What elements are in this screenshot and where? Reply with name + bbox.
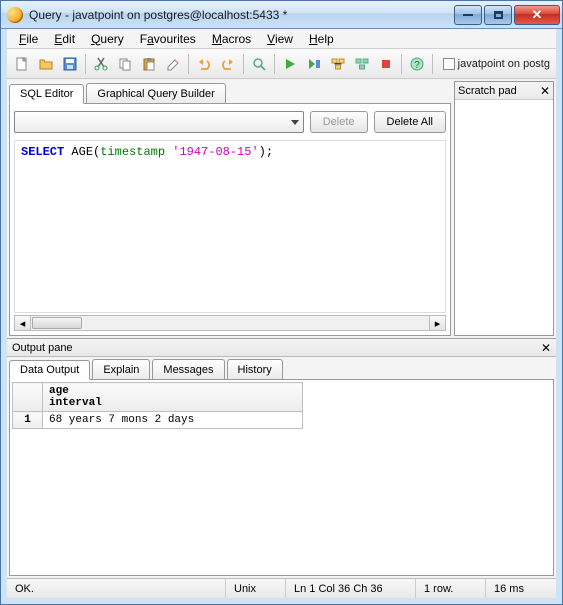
column-header[interactable]: age interval — [43, 383, 303, 412]
find-icon[interactable] — [248, 53, 270, 75]
statusbar: OK. Unix Ln 1 Col 36 Ch 36 1 row. 16 ms — [7, 578, 556, 598]
cut-icon[interactable] — [90, 53, 112, 75]
execute-icon[interactable] — [279, 53, 301, 75]
menu-query[interactable]: Query — [85, 30, 130, 48]
connection-label: javatpoint on postg — [458, 58, 550, 70]
tab-sql-editor[interactable]: SQL Editor — [9, 84, 84, 104]
explain-analyze-icon[interactable] — [351, 53, 373, 75]
status-cursor: Ln 1 Col 36 Ch 36 — [286, 579, 416, 598]
execute-pgscript-icon[interactable] — [303, 53, 325, 75]
maximize-button[interactable] — [484, 5, 512, 25]
menu-macros[interactable]: Macros — [206, 30, 257, 48]
menu-help[interactable]: Help — [303, 30, 340, 48]
redo-icon[interactable] — [217, 53, 239, 75]
menubar: File Edit Query Favourites Macros View H… — [7, 29, 556, 49]
tab-graphical-query-builder[interactable]: Graphical Query Builder — [86, 83, 225, 103]
open-icon[interactable] — [35, 53, 57, 75]
menu-favourites[interactable]: Favourites — [134, 30, 202, 48]
paste-icon[interactable] — [138, 53, 160, 75]
tab-explain[interactable]: Explain — [92, 359, 150, 379]
save-icon[interactable] — [59, 53, 81, 75]
titlebar[interactable]: Query - javatpoint on postgres@localhost… — [1, 1, 562, 29]
tab-history[interactable]: History — [227, 359, 283, 379]
result-table: age interval 1 68 years 7 mons 2 days — [12, 382, 303, 429]
scratch-area[interactable] — [455, 100, 553, 335]
tab-data-output[interactable]: Data Output — [9, 360, 90, 380]
connection-checkbox[interactable] — [443, 58, 455, 70]
client-area: File Edit Query Favourites Macros View H… — [1, 29, 562, 604]
menu-file[interactable]: File — [13, 30, 44, 48]
output-body: age interval 1 68 years 7 mons 2 days — [9, 379, 554, 576]
delete-all-button[interactable]: Delete All — [374, 111, 446, 133]
scroll-left-icon[interactable]: ◂ — [15, 316, 31, 330]
new-icon[interactable] — [11, 53, 33, 75]
horizontal-scrollbar[interactable]: ◂ ▸ — [14, 315, 446, 331]
copy-icon[interactable] — [114, 53, 136, 75]
output-pane-title: Output pane — [12, 342, 73, 354]
output-pane-header: Output pane ✕ — [7, 339, 556, 357]
scroll-right-icon[interactable]: ▸ — [429, 316, 445, 330]
connection-selector[interactable]: javatpoint on postg — [443, 58, 552, 70]
app-icon — [7, 7, 23, 23]
history-combo[interactable] — [14, 111, 304, 133]
table-header-row: age interval — [13, 383, 303, 412]
window-title: Query - javatpoint on postgres@localhost… — [29, 8, 454, 22]
output-close-icon[interactable]: ✕ — [541, 341, 551, 355]
undo-icon[interactable] — [193, 53, 215, 75]
status-rows: 1 row. — [416, 579, 486, 598]
close-button[interactable]: ✕ — [514, 5, 560, 25]
toolbar: ? javatpoint on postg — [7, 49, 556, 79]
app-window: Query - javatpoint on postgres@localhost… — [0, 0, 563, 605]
tab-messages[interactable]: Messages — [152, 359, 224, 379]
cancel-icon[interactable] — [375, 53, 397, 75]
menu-view[interactable]: View — [261, 30, 299, 48]
row-number[interactable]: 1 — [13, 412, 43, 429]
help-icon[interactable]: ? — [406, 53, 428, 75]
scratch-close-icon[interactable]: ✕ — [540, 84, 550, 98]
table-row[interactable]: 1 68 years 7 mons 2 days — [13, 412, 303, 429]
delete-button[interactable]: Delete — [310, 111, 368, 133]
status-time: 16 ms — [486, 579, 556, 598]
status-message: OK. — [7, 579, 226, 598]
explain-icon[interactable] — [327, 53, 349, 75]
minimize-button[interactable] — [454, 5, 482, 25]
chevron-down-icon — [291, 120, 299, 125]
sql-editor[interactable]: SELECT AGE(timestamp '1947-08-15'); — [14, 140, 446, 313]
menu-edit[interactable]: Edit — [48, 30, 81, 48]
cell-value[interactable]: 68 years 7 mons 2 days — [43, 412, 303, 429]
scratch-pad-title: Scratch pad — [458, 85, 517, 97]
status-encoding: Unix — [226, 579, 286, 598]
scratch-pad: Scratch pad ✕ — [454, 81, 554, 336]
clear-icon[interactable] — [162, 53, 184, 75]
row-header-corner — [13, 383, 43, 412]
svg-text:?: ? — [414, 60, 420, 71]
scroll-thumb[interactable] — [32, 317, 82, 329]
